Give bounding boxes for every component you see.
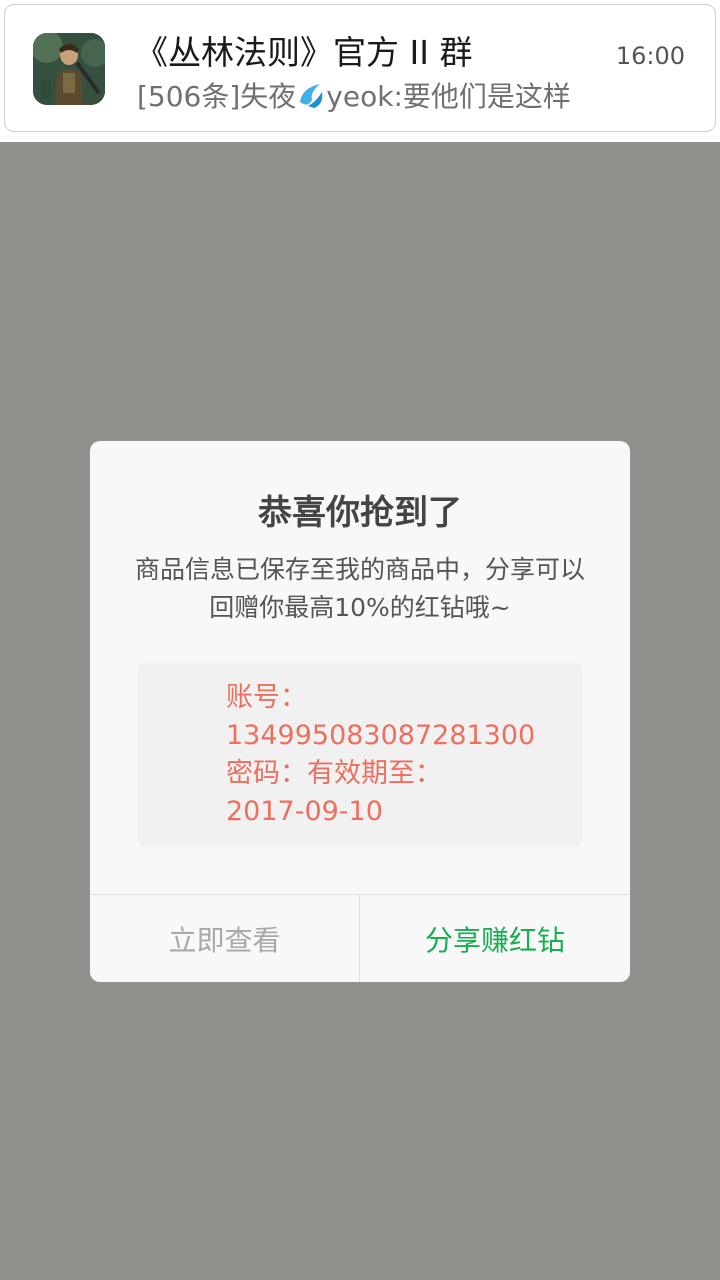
view-now-button[interactable]: 立即查看 [90,895,359,982]
success-dialog: 恭喜你抢到了 商品信息已保存至我的商品中，分享可以回赠你最高10%的红钻哦~ 账… [90,441,630,982]
expiry-date: 2017-09-10 [226,796,383,827]
share-earn-button[interactable]: 分享赚红钻 [360,895,630,982]
password-expiry-label: 密码：有效期至： [226,758,442,789]
game-character-icon [33,33,105,105]
water-drop-icon [296,81,326,109]
account-info-box: 账号： 134995083087281300 密码：有效期至： 2017-09-… [138,663,582,847]
notification-title: 《丛林法则》官方 II 群 [135,33,473,72]
notification-time: 16:00 [615,42,685,70]
message-suffix: yeok:要他们是这样 [326,80,571,113]
notification-banner[interactable]: 《丛林法则》官方 II 群 16:00 [506条]失夜 yeok:要他们是这样 [4,4,716,132]
notification-message: [506条]失夜 yeok:要他们是这样 [137,77,571,117]
dialog-title: 恭喜你抢到了 [258,493,462,533]
dialog-message: 商品信息已保存至我的商品中，分享可以回赠你最高10%的红钻哦~ [134,555,585,622]
account-number: 134995083087281300 [226,720,536,751]
account-label: 账号： [226,682,307,713]
message-prefix: [506条]失夜 [137,80,297,113]
